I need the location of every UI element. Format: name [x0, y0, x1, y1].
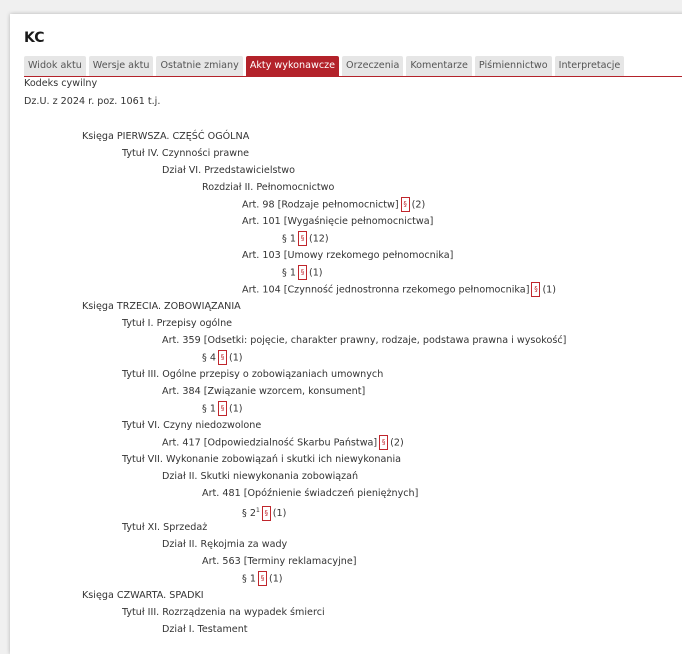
tree-item[interactable]: § 1 § (12) [282, 231, 329, 247]
tree-item-label: Rozdział II. Pełnomocnictwo [202, 182, 335, 193]
linked-acts-count: (1) [228, 352, 243, 364]
tree-item[interactable]: Tytuł VI. Czyny niedozwolone [122, 418, 261, 434]
tree-item-label: Art. 359 [Odsetki: pojęcie, charakter pr… [162, 335, 567, 346]
tree-item-label: § 2 [242, 508, 256, 520]
tree-item-label: § 1 [282, 233, 296, 245]
tree-item-label: Tytuł VII. Wykonanie zobowiązań i skutki… [122, 454, 402, 465]
paragraph-link-icon[interactable]: § [297, 265, 307, 280]
tree-item[interactable]: Tytuł IV. Czynności prawne [122, 146, 249, 162]
tree-item[interactable]: § 1 § (1) [242, 571, 283, 587]
journal-reference: Dz.U. z 2024 r. poz. 1061 t.j. [24, 96, 161, 107]
linked-acts-count: (1) [268, 573, 283, 585]
linked-acts-count: (1) [272, 508, 287, 520]
linked-acts-count: (1) [228, 403, 243, 415]
linked-acts-count: (2) [390, 437, 404, 449]
tree-item-label: Tytuł XI. Sprzedaż [122, 522, 208, 533]
tree-item[interactable]: Tytuł XI. Sprzedaż [122, 520, 207, 536]
tree-item[interactable]: Art. 563 [Terminy reklamacyjne] [202, 554, 357, 570]
tree-item[interactable]: Tytuł III. Rozrządzenia na wypadek śmier… [122, 605, 325, 621]
tree-item[interactable]: Art. 103 [Umowy rzekomego pełnomocnika] [242, 248, 453, 264]
tree-item[interactable]: Art. 481 [Opóźnienie świadczeń pieniężny… [202, 486, 418, 502]
tab-interpretacje[interactable]: Interpretacje [554, 56, 625, 76]
tree-item-label: Tytuł III. Rozrządzenia na wypadek śmier… [122, 607, 325, 618]
tree-item-label: Art. 103 [Umowy rzekomego pełnomocnika] [242, 250, 454, 261]
paragraph-link-icon[interactable]: § [379, 435, 389, 450]
tree-item[interactable]: Tytuł VII. Wykonanie zobowiązań i skutki… [122, 452, 401, 468]
tree-item[interactable]: Art. 98 [Rodzaje pełnomocnictw] § (2) [242, 197, 425, 213]
tree-item-label: Tytuł I. Przepisy ogólne [122, 318, 233, 329]
tree-item[interactable]: Księga CZWARTA. SPADKI [82, 588, 204, 604]
act-name: Kodeks cywilny [24, 78, 98, 89]
document-tabs: Widok aktu Wersje aktu Ostatnie zmiany Akty… [24, 56, 625, 76]
tree-item-label: Tytuł VI. Czyny niedozwolone [122, 420, 262, 431]
tree-item[interactable]: Art. 384 [Związanie wzorcem, konsument] [162, 384, 365, 400]
tree-item-label: Art. 104 [Czynność jednostronna rzekomeg… [242, 284, 530, 296]
tree-item-label: § 1 [282, 267, 296, 279]
tree-item[interactable]: § 4 § (1) [202, 350, 243, 366]
tree-item-label: Dział II. Skutki niewykonania zobowiązań [162, 471, 359, 482]
tree-item[interactable]: Księga PIERWSZA. CZĘŚĆ OGÓLNA [82, 129, 249, 145]
paragraph-link-icon[interactable]: § [531, 282, 541, 297]
tab-orzeczenia[interactable]: Orzeczenia [342, 56, 404, 76]
tree-item[interactable]: Tytuł I. Przepisy ogólne [122, 316, 232, 332]
tab-underline [24, 76, 682, 77]
tab-wersje-aktu[interactable]: Wersje aktu [88, 56, 154, 76]
paragraph-link-icon[interactable]: § [261, 505, 271, 521]
linked-acts-count: (2) [411, 199, 426, 211]
paragraph-link-icon[interactable]: § [257, 571, 267, 586]
tree-item-label: Art. 384 [Związanie wzorcem, konsument] [162, 386, 366, 397]
tree-item[interactable]: Dział II. Skutki niewykonania zobowiązań [162, 469, 358, 485]
paragraph-link-icon[interactable]: § [217, 350, 227, 365]
tree-item-label: § 4 [202, 352, 216, 364]
tree-item-label: Art. 98 [Rodzaje pełnomocnictw] [242, 199, 399, 211]
tree-item[interactable]: § 1 § (1) [202, 401, 243, 417]
tree-item[interactable]: Art. 417 [Odpowiedzialność Skarbu Państw… [162, 435, 404, 451]
document-code-title: KC [24, 30, 45, 46]
tree-item-label: Art. 417 [Odpowiedzialność Skarbu Państw… [162, 437, 378, 449]
paragraph-link-icon[interactable]: § [400, 197, 410, 212]
tree-item-label: Dział I. Testament [162, 624, 248, 635]
paragraph-link-icon[interactable]: § [297, 231, 307, 246]
tree-item[interactable]: Księga TRZECIA. ZOBOWIĄZANIA [82, 299, 241, 315]
tab-komentarze[interactable]: Komentarze [406, 56, 472, 76]
tree-item[interactable]: § 1 § (1) [282, 265, 323, 281]
tab-widok-aktu[interactable]: Widok aktu [24, 56, 86, 76]
tree-item[interactable]: Dział VI. Przedstawicielstwo [162, 163, 295, 179]
paragraph-superscript: 1 [255, 507, 260, 514]
tree-item[interactable]: Art. 359 [Odsetki: pojęcie, charakter pr… [162, 333, 566, 349]
tree-item[interactable]: Art. 104 [Czynność jednostronna rzekomeg… [242, 282, 556, 298]
tree-item[interactable]: Dział I. Testament [162, 622, 248, 638]
tree-item-label: Art. 481 [Opóźnienie świadczeń pieniężny… [202, 488, 419, 499]
paragraph-link-icon[interactable]: § [217, 401, 227, 416]
tree-item-label: § 1 [242, 573, 256, 585]
tree-item-label: Dział VI. Przedstawicielstwo [162, 165, 295, 176]
tab-piśmiennictwo[interactable]: Piśmiennictwo [474, 56, 552, 76]
tree-item-label: Księga CZWARTA. SPADKI [82, 590, 204, 601]
tree-item-label: Księga TRZECIA. ZOBOWIĄZANIA [82, 301, 241, 312]
linked-acts-count: (1) [542, 284, 557, 296]
tree-item[interactable]: Tytuł III. Ogólne przepisy o zobowiązani… [122, 367, 383, 383]
tree-item[interactable]: Dział II. Rękojmia za wady [162, 537, 287, 553]
tree-item-label: Art. 101 [Wygaśnięcie pełnomocnictwa] [242, 216, 434, 227]
tree-item-label: § 1 [202, 403, 216, 415]
tree-item[interactable]: Rozdział II. Pełnomocnictwo [202, 180, 334, 196]
tree-item[interactable]: Art. 101 [Wygaśnięcie pełnomocnictwa] [242, 214, 433, 230]
tree-item[interactable]: § 21 § (1) [242, 503, 287, 521]
linked-acts-count: (12) [308, 233, 329, 245]
tree-item-label: Tytuł III. Ogólne przepisy o zobowiązani… [122, 369, 384, 380]
tree-item-label: Księga PIERWSZA. CZĘŚĆ OGÓLNA [82, 131, 250, 142]
tree-item-label: Tytuł IV. Czynności prawne [122, 148, 250, 159]
linked-acts-count: (1) [308, 267, 323, 279]
tree-item-label: Dział II. Rękojmia za wady [162, 539, 288, 550]
tab-akty-wykonawcze[interactable]: Akty wykonawcze [245, 56, 340, 76]
tree-item-label: Art. 563 [Terminy reklamacyjne] [202, 556, 357, 567]
tab-ostatnie-zmiany[interactable]: Ostatnie zmiany [156, 56, 243, 76]
document-panel: KC Widok aktu Wersje aktu Ostatnie zmiany A… [10, 14, 682, 654]
